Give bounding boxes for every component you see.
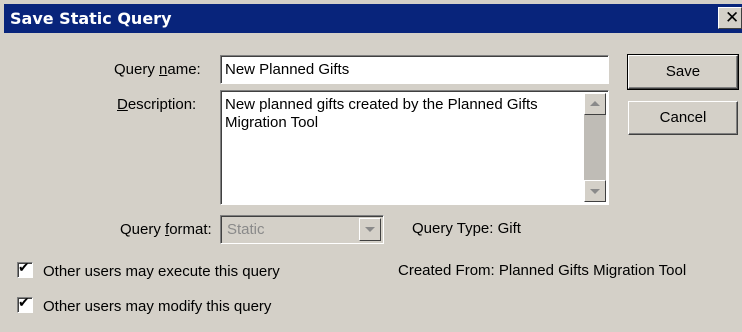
dialog-title: Save Static Query [10, 9, 172, 28]
description-scrollbar[interactable] [584, 93, 606, 202]
scroll-down-button[interactable] [584, 180, 606, 202]
scroll-up-button[interactable] [584, 93, 606, 115]
description-value: New planned gifts created by the Planned… [225, 96, 538, 131]
query-format-label: Query format: [120, 221, 212, 238]
query-format-select[interactable]: Static [220, 215, 384, 244]
chevron-down-icon [365, 227, 375, 232]
checkmark-icon: ✔ [18, 260, 30, 276]
modify-permission-label[interactable]: Other users may modify this query [43, 298, 271, 315]
save-button[interactable]: Save [627, 54, 739, 90]
close-button[interactable]: ✕ [718, 7, 742, 29]
query-name-input[interactable]: New Planned Gifts [220, 55, 609, 84]
query-name-label: Query name: [114, 61, 201, 78]
cancel-button[interactable]: Cancel [628, 101, 738, 135]
execute-permission-checkbox[interactable]: ✔ [17, 260, 33, 278]
created-from-text: Created From: Planned Gifts Migration To… [398, 262, 687, 279]
modify-permission-checkbox[interactable]: ✔ [17, 295, 33, 313]
description-textarea[interactable]: New planned gifts created by the Planned… [220, 90, 609, 205]
arrow-down-icon [590, 189, 600, 194]
query-format-dropdown-button[interactable] [359, 218, 381, 241]
close-icon: ✕ [725, 8, 740, 28]
query-format-value: Static [227, 221, 265, 238]
query-name-value: New Planned Gifts [225, 61, 350, 78]
description-label: Description: [117, 96, 197, 113]
title-bar[interactable]: Save Static Query ✕ [4, 4, 742, 33]
arrow-up-icon [590, 101, 600, 106]
execute-permission-label[interactable]: Other users may execute this query [43, 263, 280, 280]
checkmark-icon: ✔ [18, 295, 30, 311]
save-static-query-dialog: Save Static Query ✕ Query name: New Plan… [0, 0, 742, 332]
query-type-text: Query Type: Gift [412, 220, 521, 237]
